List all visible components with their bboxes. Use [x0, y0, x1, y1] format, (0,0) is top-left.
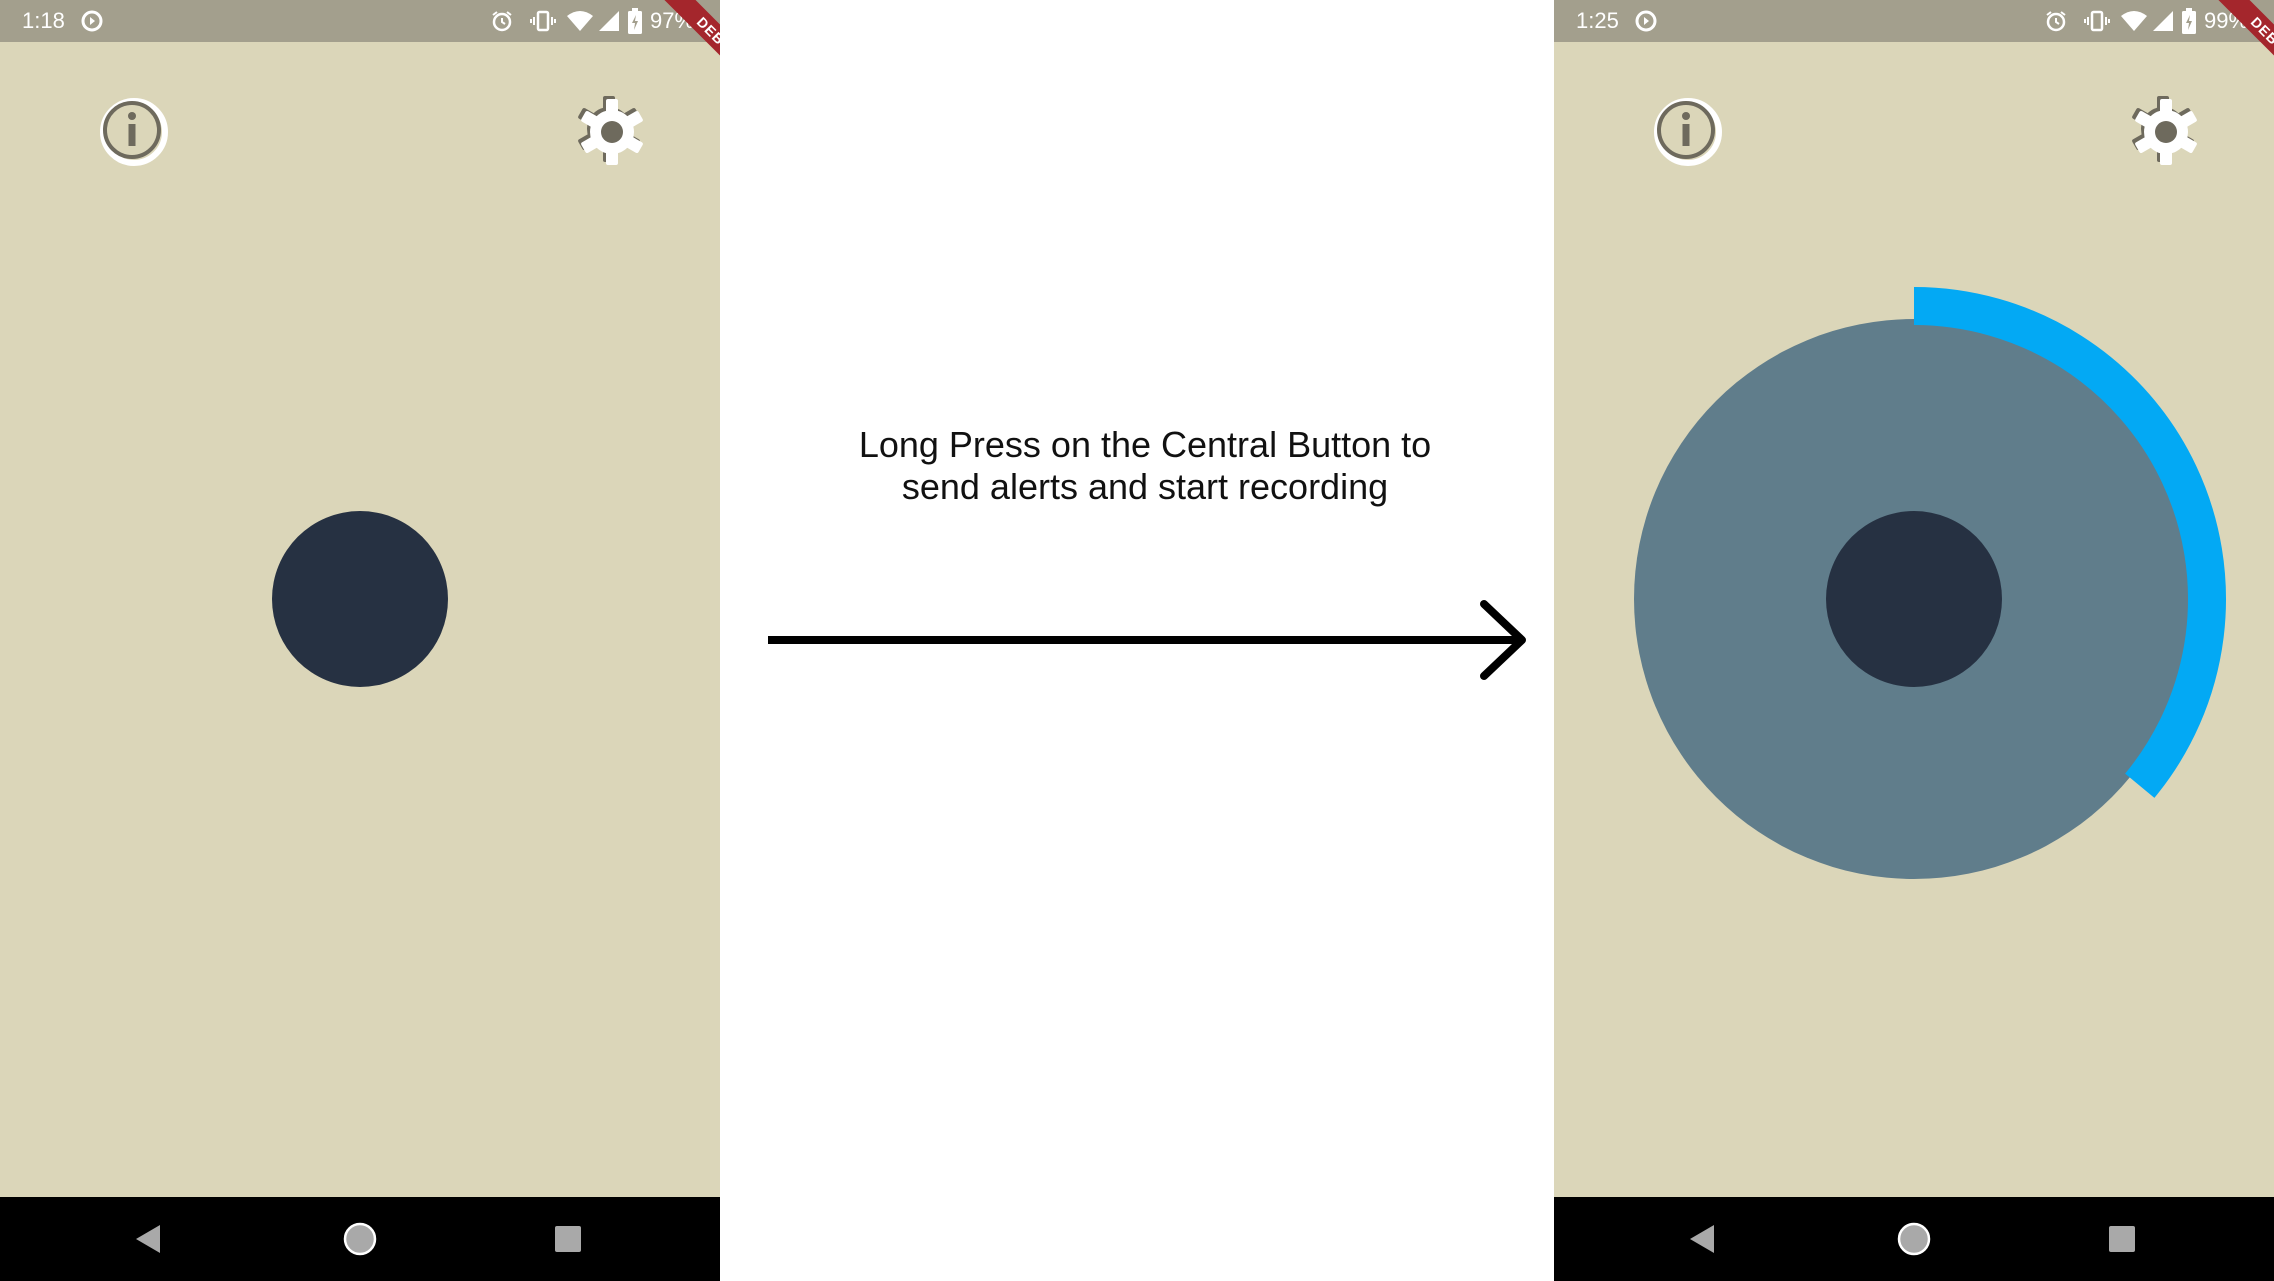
central-button-area: [272, 511, 448, 687]
instruction-caption: Long Press on the Central Button to send…: [760, 424, 1530, 508]
right-arrow-icon: [768, 600, 1526, 680]
home-button[interactable]: [1892, 1217, 1936, 1261]
central-alert-button[interactable]: [1826, 511, 2002, 687]
navigation-bar: [0, 1197, 720, 1281]
navigation-bar: [1554, 1197, 2274, 1281]
caption-line-2: send alerts and start recording: [901, 466, 1389, 507]
recents-button[interactable]: [546, 1217, 590, 1261]
back-triangle-icon: [1690, 1225, 1714, 1253]
central-button-area: [1634, 287, 2226, 879]
back-button[interactable]: [1680, 1217, 1724, 1261]
back-triangle-icon: [136, 1225, 160, 1253]
recents-square-icon: [2109, 1226, 2135, 1252]
caption-line-1: Long Press on the Central Button to: [858, 424, 1432, 465]
recents-square-icon: [555, 1226, 581, 1252]
back-button[interactable]: [126, 1217, 170, 1261]
home-circle-icon: [1897, 1222, 1931, 1256]
recents-button[interactable]: [2100, 1217, 2144, 1261]
home-circle-icon: [343, 1222, 377, 1256]
phone-screen-after: 1:25 99% DEBUG: [1554, 0, 2274, 1281]
central-alert-button[interactable]: [272, 511, 448, 687]
home-button[interactable]: [338, 1217, 382, 1261]
phone-screen-before: 1:18 97% DEBUG: [0, 0, 720, 1281]
